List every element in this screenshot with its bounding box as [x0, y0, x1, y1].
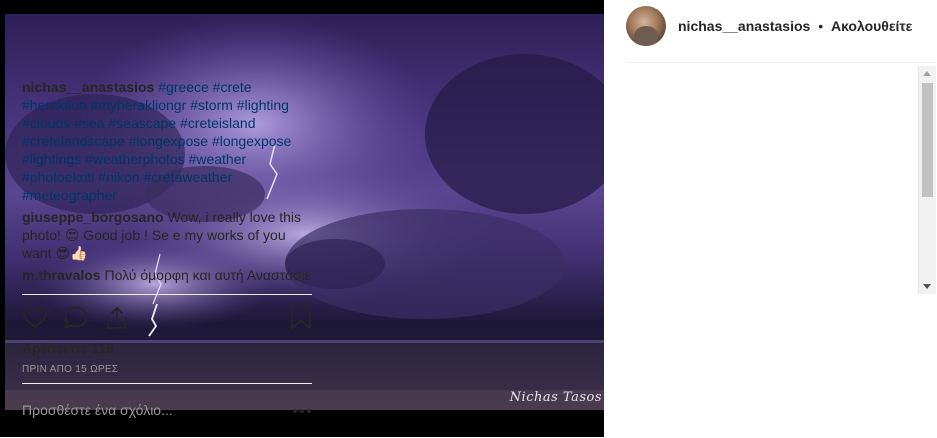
scrollbar-thumb[interactable]: [922, 83, 933, 197]
comments-scrollbar[interactable]: [918, 66, 936, 294]
hashtag[interactable]: #longexpose: [212, 133, 291, 149]
action-bar: [22, 294, 312, 341]
comments-list: nichas__anastasios #greece #crete #herak…: [22, 78, 312, 292]
add-comment-section: [22, 383, 312, 438]
hashtag[interactable]: #clouds: [22, 115, 70, 131]
photo-watermark: Nichas Tasos: [509, 390, 602, 405]
hashtag[interactable]: #cretelandscape: [22, 133, 125, 149]
comment-icon: [64, 306, 88, 329]
comment-text: Πολύ όμορφη και αυτή Αναστάσιε: [104, 267, 312, 283]
hashtag[interactable]: #heraklion: [22, 97, 87, 113]
hashtag[interactable]: #greece: [158, 79, 209, 95]
comment-username[interactable]: m.thravalos: [22, 267, 101, 283]
hashtag[interactable]: #creteisland: [180, 115, 256, 131]
header-text: nichas__anastasios • Ακολουθείτε: [678, 18, 912, 34]
header-username[interactable]: nichas__anastasios: [678, 18, 810, 34]
heart-icon: [23, 307, 47, 328]
instagram-post: Nichas Tasos nichas__anastasios • Ακολου…: [0, 0, 937, 437]
save-button[interactable]: [288, 305, 314, 331]
hashtag[interactable]: #storm: [190, 97, 233, 113]
comment-username[interactable]: giuseppe_borgosano: [22, 209, 164, 225]
comment-button[interactable]: [63, 305, 89, 331]
hashtag[interactable]: #photoekriti: [22, 169, 94, 185]
hashtag[interactable]: #sea: [74, 115, 104, 131]
more-options-icon[interactable]: [292, 402, 312, 418]
like-button[interactable]: [22, 305, 48, 331]
scroll-down-icon[interactable]: [923, 284, 931, 289]
hashtag[interactable]: #crete: [213, 79, 252, 95]
share-icon: [107, 307, 127, 329]
bookmark-icon: [291, 306, 311, 330]
caption-username[interactable]: nichas__anastasios: [22, 79, 154, 95]
follow-status-button[interactable]: Ακολουθείτε: [831, 18, 912, 34]
caption: nichas__anastasios #greece #crete #herak…: [22, 78, 312, 204]
more-dot: [307, 409, 311, 413]
more-dot: [300, 409, 304, 413]
likes-count[interactable]: Αρέσει σε 116: [22, 340, 114, 356]
hashtag[interactable]: #lighting: [237, 97, 289, 113]
comment-input[interactable]: [22, 400, 272, 420]
hashtag[interactable]: #myherakliongr: [91, 97, 187, 113]
post-header: nichas__anastasios • Ακολουθείτε: [626, 0, 936, 63]
comment-item: giuseppe_borgosano Wow, i really love th…: [22, 208, 312, 262]
more-dot: [293, 409, 297, 413]
avatar[interactable]: [626, 6, 666, 46]
post-timestamp: ΠΡΙΝ ΑΠΟ 15 ΩΡΕΣ: [22, 364, 119, 375]
hashtag[interactable]: #nikon: [98, 169, 139, 185]
hashtag[interactable]: #weather: [189, 151, 247, 167]
hashtag[interactable]: #longexpose: [129, 133, 208, 149]
hashtag[interactable]: #cretaweather: [143, 169, 232, 185]
header-separator: •: [818, 18, 824, 34]
share-button[interactable]: [104, 305, 130, 331]
scroll-up-icon[interactable]: [923, 71, 931, 76]
post-side-panel: nichas__anastasios • Ακολουθείτε: [604, 0, 937, 437]
comment-item: m.thravalos Πολύ όμορφη και αυτή Αναστάσ…: [22, 266, 312, 284]
hashtag[interactable]: #weatherphotos: [85, 151, 185, 167]
hashtag[interactable]: #meteographer: [22, 187, 117, 203]
hashtag[interactable]: #seascape: [108, 115, 176, 131]
hashtag[interactable]: #lightings: [22, 151, 81, 167]
